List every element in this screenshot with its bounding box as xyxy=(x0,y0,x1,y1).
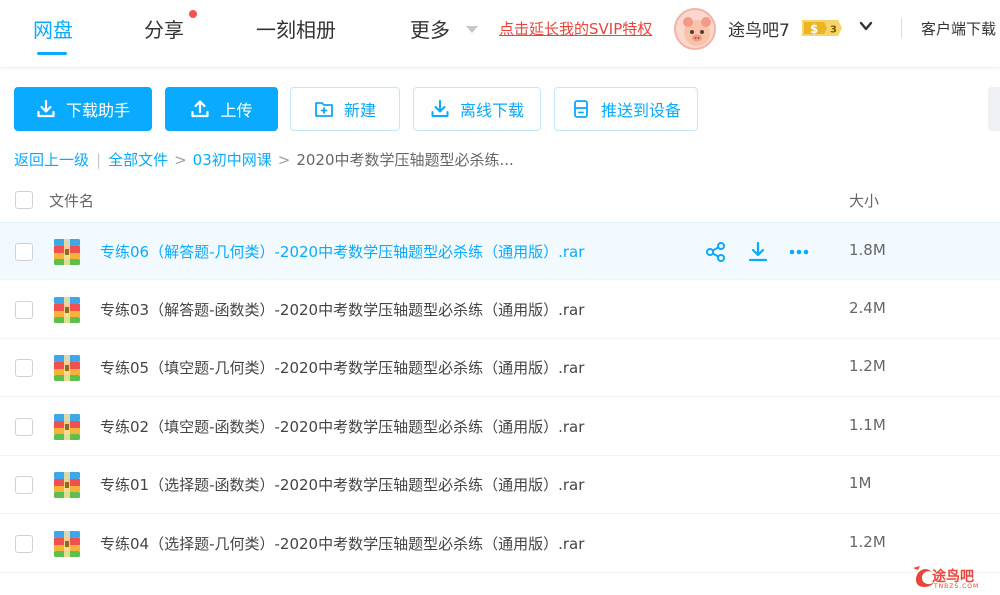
svip-badge-icon: $ 3 xyxy=(800,18,844,38)
upload-button[interactable]: 上传 xyxy=(165,87,278,131)
table-row[interactable]: 专练06（解答题-几何类）-2020中考数学压轴题型必杀练（通用版）.rar 1.… xyxy=(0,222,1000,280)
file-size: 1M xyxy=(849,474,872,492)
more-icon[interactable] xyxy=(788,241,810,263)
rar-archive-icon xyxy=(54,472,80,498)
rar-archive-icon xyxy=(54,239,80,265)
watermark-sub: TNBZS.COM xyxy=(934,583,980,590)
breadcrumb-separator: > xyxy=(277,150,291,169)
table-row[interactable]: 专练01（选择题-函数类）-2020中考数学压轴题型必杀练（通用版）.rar 1M xyxy=(0,456,1000,514)
tab-share[interactable]: 分享 xyxy=(144,14,184,43)
file-name[interactable]: 专练01（选择题-函数类）-2020中考数学压轴题型必杀练（通用版）.rar xyxy=(100,474,584,495)
rar-archive-icon xyxy=(54,355,80,381)
download-helper-label: 下载助手 xyxy=(65,101,130,120)
upload-label: 上传 xyxy=(220,101,253,120)
username[interactable]: 途鸟吧7 xyxy=(728,16,790,41)
divider xyxy=(901,18,902,38)
table-row[interactable]: 专练03（解答题-函数类）-2020中考数学压轴题型必杀练（通用版）.rar 2.… xyxy=(0,281,1000,339)
rar-archive-icon xyxy=(54,414,80,440)
breadcrumb-divider: | xyxy=(96,150,102,169)
tab-netdisk[interactable]: 网盘 xyxy=(33,14,73,43)
file-name[interactable]: 专练06（解答题-几何类）-2020中考数学压轴题型必杀练（通用版）.rar xyxy=(100,241,584,262)
back-link[interactable]: 返回上一级 xyxy=(14,149,89,170)
file-name[interactable]: 专练02（填空题-函数类）-2020中考数学压轴题型必杀练（通用版）.rar xyxy=(100,416,584,437)
share-icon[interactable] xyxy=(705,241,727,263)
file-size: 1.2M xyxy=(849,533,886,551)
download-icon xyxy=(37,99,55,118)
push-to-device-button[interactable]: 推送到设备 xyxy=(554,87,698,131)
svip-promo-link[interactable]: 点击延长我的SVIP特权 xyxy=(499,18,652,39)
breadcrumb-separator: > xyxy=(174,150,187,169)
row-checkbox[interactable] xyxy=(15,359,33,377)
row-checkbox[interactable] xyxy=(15,476,33,494)
push-device-icon xyxy=(574,100,588,118)
table-row[interactable]: 专练05（填空题-几何类）-2020中考数学压轴题型必杀练（通用版）.rar 1.… xyxy=(0,339,1000,397)
upload-icon xyxy=(191,100,210,118)
rar-archive-icon xyxy=(54,297,80,323)
notification-dot xyxy=(189,10,197,18)
row-checkbox[interactable] xyxy=(15,243,33,261)
breadcrumb-current: 2020中考数学压轴题型必杀练... xyxy=(296,151,514,169)
file-name[interactable]: 专练03（解答题-函数类）-2020中考数学压轴题型必杀练（通用版）.rar xyxy=(100,299,584,320)
breadcrumb-all-files[interactable]: 全部文件 xyxy=(108,149,168,170)
view-toggle-button[interactable] xyxy=(988,87,1000,131)
new-folder-icon xyxy=(315,102,333,117)
rar-archive-icon xyxy=(54,531,80,557)
push-to-device-label: 推送到设备 xyxy=(600,101,681,120)
table-row[interactable]: 专练04（选择题-几何类）-2020中考数学压轴题型必杀练（通用版）.rar 1.… xyxy=(0,515,1000,573)
file-size: 1.2M xyxy=(849,357,886,375)
file-size: 2.4M xyxy=(849,299,886,317)
avatar-icon[interactable] xyxy=(674,8,716,50)
table-row[interactable]: 专练02（填空题-函数类）-2020中考数学压轴题型必杀练（通用版）.rar 1.… xyxy=(0,398,1000,456)
svg-text:$: $ xyxy=(810,22,818,36)
caret-down-icon[interactable] xyxy=(466,26,478,33)
new-label: 新建 xyxy=(343,101,376,120)
top-nav: 网盘 分享 一刻相册 更多 点击延长我的SVIP特权 途鸟吧7 $ 3 客户端下… xyxy=(0,0,1000,68)
column-header-name[interactable]: 文件名 xyxy=(49,190,94,211)
list-header: 文件名 大小 xyxy=(0,178,1000,222)
offline-download-icon xyxy=(431,100,449,117)
file-size: 1.8M xyxy=(849,241,886,259)
tab-album[interactable]: 一刻相册 xyxy=(256,14,336,43)
file-name[interactable]: 专练04（选择题-几何类）-2020中考数学压轴题型必杀练（通用版）.rar xyxy=(100,533,584,554)
file-size: 1.1M xyxy=(849,416,886,434)
badge-level: 3 xyxy=(830,25,837,36)
file-name[interactable]: 专练05（填空题-几何类）-2020中考数学压轴题型必杀练（通用版）.rar xyxy=(100,357,584,378)
offline-download-label: 离线下载 xyxy=(459,101,524,120)
download-icon[interactable] xyxy=(747,241,769,263)
active-tab-indicator xyxy=(37,52,67,55)
row-checkbox[interactable] xyxy=(15,418,33,436)
breadcrumb-folder[interactable]: 03初中网课 xyxy=(193,149,272,170)
column-header-size[interactable]: 大小 xyxy=(849,190,879,211)
new-button[interactable]: 新建 xyxy=(290,87,400,131)
row-checkbox[interactable] xyxy=(15,535,33,553)
offline-download-button[interactable]: 离线下载 xyxy=(413,87,541,131)
tab-more[interactable]: 更多 xyxy=(410,14,450,43)
chevron-down-icon[interactable] xyxy=(859,18,873,32)
download-helper-button[interactable]: 下载助手 xyxy=(14,87,152,131)
client-download-link[interactable]: 客户端下载 xyxy=(921,18,996,39)
row-checkbox[interactable] xyxy=(15,301,33,319)
select-all-checkbox[interactable] xyxy=(15,191,33,209)
breadcrumb: 返回上一级 | 全部文件 > 03初中网课 > 2020中考数学压轴题型必杀练.… xyxy=(14,149,514,170)
